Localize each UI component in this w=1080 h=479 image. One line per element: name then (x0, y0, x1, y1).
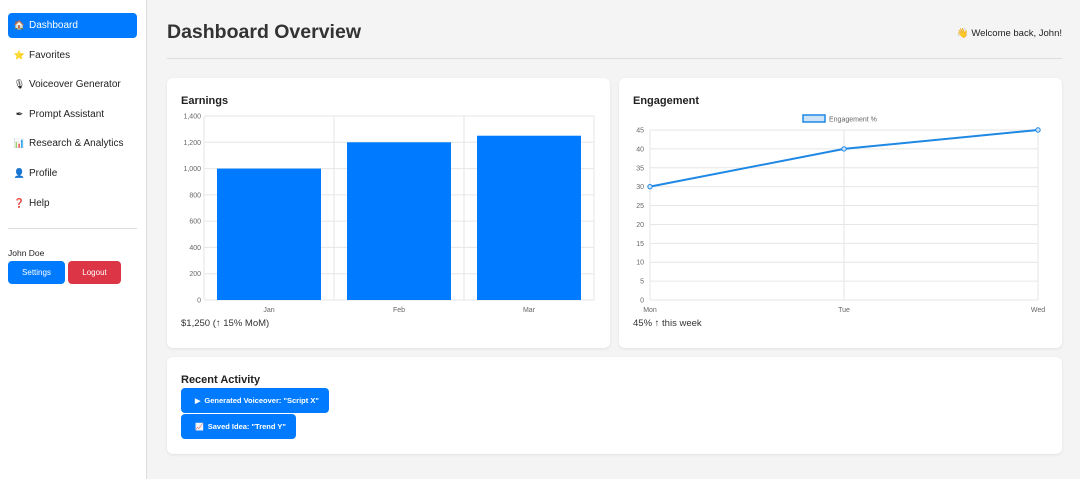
engagement-point (647, 183, 653, 190)
sidebar-item-label: Prompt Assistant (29, 108, 105, 120)
user-name: John Doe (8, 247, 45, 258)
activity-item-label: Saved Idea: "Trend Y" (207, 422, 286, 431)
y-tick-label: 20 (636, 222, 644, 229)
earnings-chart: 0 200 400 600 800 1,000 1,200 1,400 Jan Feb Mar (183, 114, 595, 314)
y-tick-label: 400 (189, 245, 201, 252)
activity-item-button[interactable]: 📈 Saved Idea: "Trend Y" (181, 414, 296, 439)
y-tick-label: 1,000 (183, 166, 201, 173)
settings-button[interactable]: Settings (8, 260, 65, 284)
sidebar: 🏠 Dashboard ⭐ Favorites 🎙 Voiceover Generator… (0, 0, 147, 479)
sidebar-item-voiceover-generator[interactable]: 🎙 Voiceover Generator (8, 72, 137, 97)
page-header: Dashboard Overview 👋 Welcome back, John! (167, 0, 1062, 59)
engagement-summary: 45% ↑ this week (633, 318, 702, 329)
pen-icon: ✒ (15, 108, 24, 119)
main-content: Dashboard Overview 👋 Welcome back, John! … (167, 0, 1062, 454)
y-tick-label: 25 (636, 203, 644, 210)
y-tick-label: 5 (640, 279, 644, 286)
earnings-bar (217, 168, 321, 300)
question-icon: ❓ (13, 197, 26, 208)
sidebar-nav: 🏠 Dashboard ⭐ Favorites 🎙 Voiceover Generator… (8, 13, 137, 216)
engagement-chart: 0 5 10 15 20 25 30 35 40 45 Mon Tue Wed Engagement % (636, 114, 1045, 314)
engagement-title: Engagement (633, 95, 700, 107)
y-tick-label: 600 (189, 219, 201, 226)
sidebar-divider (8, 227, 137, 229)
microphone-icon: 🎙 (13, 79, 26, 90)
sidebar-item-label: Voiceover Generator (29, 79, 121, 91)
x-tick-label: Mar (523, 307, 536, 314)
engagement-point (1035, 127, 1041, 133)
y-tick-label: 40 (636, 146, 644, 153)
house-icon: 🏠 (13, 20, 26, 30)
y-tick-label: 0 (640, 298, 644, 305)
x-tick-label: Wed (1031, 307, 1045, 314)
logout-button[interactable]: Logout (68, 260, 121, 284)
chart-icon: 📈 (195, 423, 204, 431)
y-tick-label: 15 (636, 241, 644, 248)
bar-chart-icon: 📊 (13, 138, 26, 149)
y-tick-label: 10 (636, 260, 644, 267)
earnings-bar (477, 135, 581, 300)
y-tick-label: 30 (636, 184, 644, 191)
welcome-text: Welcome back, John! (971, 28, 1062, 39)
y-tick-label: 0 (197, 298, 201, 305)
sidebar-item-favorites[interactable]: ⭐ Favorites (8, 43, 137, 68)
activity-item-button[interactable]: ▶ Generated Voiceover: "Script X" (181, 388, 329, 413)
earnings-card: Earnings 0 200 400 600 800 1,000 1,200 1,400 Jan… (167, 78, 610, 348)
y-tick-label: 45 (636, 128, 644, 135)
sidebar-item-dashboard[interactable]: 🏠 Dashboard (8, 13, 137, 38)
sidebar-item-label: Help (29, 197, 50, 209)
y-tick-label: 800 (189, 192, 201, 199)
y-tick-label: 35 (636, 165, 644, 172)
sidebar-item-profile[interactable]: 👤 Profile (8, 161, 137, 186)
engagement-point (841, 146, 847, 152)
earnings-summary: $1,250 (↑ 15% MoM) (181, 318, 270, 329)
welcome-message: 👋 Welcome back, John! (957, 28, 1063, 39)
user-icon: 👤 (13, 167, 26, 178)
earnings-bar (347, 142, 451, 300)
sidebar-item-research-analytics[interactable]: 📊 Research & Analytics (8, 131, 137, 156)
sidebar-actions: Settings Logout (8, 260, 137, 284)
y-tick-label: 1,400 (183, 114, 201, 121)
activity-item-label: Generated Voiceover: "Script X" (204, 396, 319, 405)
recent-activity-title: Recent Activity (181, 374, 261, 386)
sidebar-item-label: Favorites (29, 49, 71, 61)
x-tick-label: Mon (643, 307, 657, 314)
play-icon: ▶ (195, 397, 201, 405)
waving-hand-icon: 👋 (956, 28, 969, 39)
sidebar-item-label: Research & Analytics (29, 138, 124, 150)
x-tick-label: Jan (263, 307, 274, 314)
legend-label: Engagement % (829, 117, 877, 124)
y-tick-label: 200 (189, 271, 201, 278)
page-title: Dashboard Overview (167, 21, 361, 43)
engagement-card: Engagement 0 5 10 15 20 25 30 35 40 45 Mon Tue Wed En… (619, 78, 1062, 348)
earnings-title: Earnings (181, 95, 229, 107)
sidebar-item-label: Profile (29, 167, 58, 179)
sidebar-item-label: Dashboard (29, 20, 78, 31)
recent-activity-card: Recent Activity ▶ Generated Voiceover: "S… (167, 357, 1062, 454)
x-tick-label: Feb (393, 307, 405, 314)
sidebar-item-prompt-assistant[interactable]: ✒ Prompt Assistant (8, 102, 137, 127)
legend-swatch (802, 114, 826, 123)
star-icon: ⭐ (13, 49, 26, 60)
sidebar-item-help[interactable]: ❓ Help (8, 191, 137, 216)
x-tick-label: Tue (838, 307, 850, 314)
y-tick-label: 1,200 (183, 140, 201, 147)
